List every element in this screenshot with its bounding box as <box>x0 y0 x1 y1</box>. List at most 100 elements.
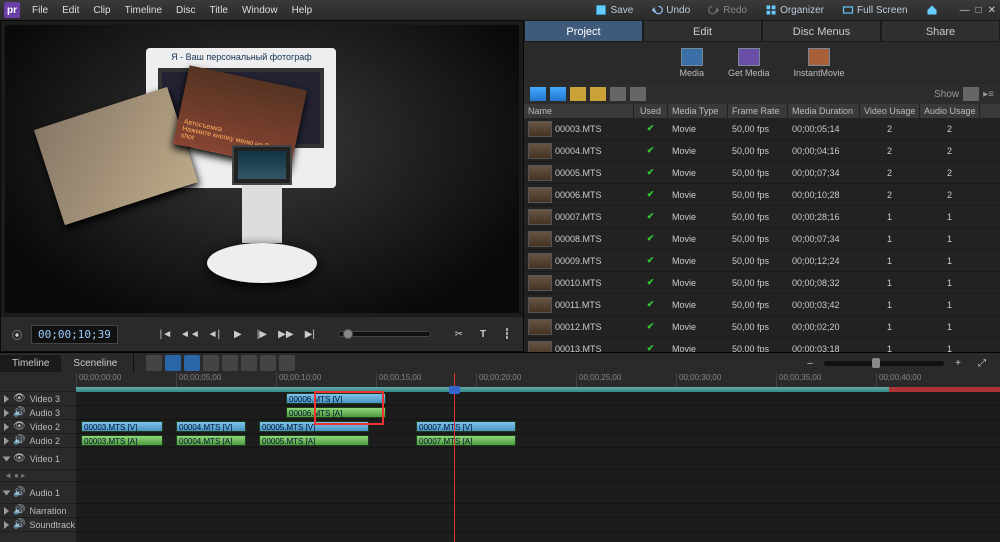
goto-start-icon[interactable]: |◄ <box>156 324 176 344</box>
speaker-icon[interactable]: 🔊 <box>13 487 25 498</box>
title-icon[interactable]: T <box>473 324 493 344</box>
shuttle-slider[interactable] <box>338 331 431 337</box>
organizer-button[interactable]: Organizer <box>761 3 828 17</box>
eye-icon[interactable]: 👁 <box>13 421 26 432</box>
minimize-icon[interactable]: — <box>960 5 970 16</box>
step-fwd-icon[interactable]: ▶▶ <box>276 324 296 344</box>
track-a1[interactable]: 🔊Audio 1 <box>0 482 76 504</box>
maximize-icon[interactable]: □ <box>976 5 982 16</box>
track-soundtrack[interactable]: 🔊Soundtrack <box>0 518 76 532</box>
playhead[interactable] <box>454 373 455 542</box>
marker-icon[interactable]: ┇ <box>497 324 517 344</box>
media-row[interactable]: 00005.MTS ✔ Movie 50,00 fps 00;00;07;34 … <box>524 162 1000 184</box>
tab-timeline[interactable]: Timeline <box>0 355 61 372</box>
frame-back-icon[interactable]: ◄| <box>204 324 224 344</box>
track-v1[interactable]: 👁Video 1 <box>0 448 76 470</box>
speaker-icon[interactable]: 🔊 <box>13 505 25 516</box>
tl-tool-6[interactable] <box>241 355 257 371</box>
instantmovie-shortcut[interactable]: InstantMovie <box>794 48 845 78</box>
goto-end-icon[interactable]: ▶| <box>300 324 320 344</box>
redo-button[interactable]: Redo <box>704 3 751 17</box>
icon-view-icon[interactable] <box>550 87 566 101</box>
panel-menu-icon[interactable]: ▸≡ <box>983 89 994 100</box>
media-row[interactable]: 00004.MTS ✔ Movie 50,00 fps 00;00;04;16 … <box>524 140 1000 162</box>
step-back-icon[interactable]: ◄◄ <box>180 324 200 344</box>
get-media-shortcut[interactable]: Get Media <box>728 48 770 78</box>
timecode[interactable]: 00;00;10;39 <box>31 325 118 344</box>
track-a2[interactable]: 🔊Audio 2 <box>0 434 76 448</box>
zoom-out-icon[interactable]: – <box>800 353 820 373</box>
fullscreen-button[interactable]: Full Screen <box>838 3 912 17</box>
tl-tool-3[interactable] <box>184 355 200 371</box>
eye-icon[interactable]: 👁 <box>13 393 26 404</box>
menu-help[interactable]: Help <box>286 3 319 18</box>
timeline-clip[interactable]: 00006.MTS [A] <box>286 407 386 418</box>
eye-icon[interactable]: 👁 <box>13 453 26 464</box>
menu-clip[interactable]: Clip <box>87 3 116 18</box>
tab-sceneline[interactable]: Sceneline <box>61 355 129 372</box>
tl-tool-2[interactable] <box>165 355 181 371</box>
media-shortcut[interactable]: Media <box>679 48 704 78</box>
undo-button[interactable]: Undo <box>647 3 694 17</box>
panel-tab-edit[interactable]: Edit <box>643 20 762 42</box>
split-clip-icon[interactable]: ✂ <box>449 324 469 344</box>
timeline-clip[interactable]: 00007.MTS [V] <box>416 421 516 432</box>
find-icon[interactable] <box>630 87 646 101</box>
speaker-icon[interactable]: 🔊 <box>13 519 25 530</box>
media-row[interactable]: 00013.MTS ✔ Movie 50,00 fps 00;00;03;18 … <box>524 338 1000 352</box>
timeline-clip[interactable]: 00004.MTS [V] <box>176 421 246 432</box>
timeline-clip[interactable]: 00003.MTS [A] <box>81 435 163 446</box>
time-ruler[interactable]: 00;00;00;0000;00;05;0000;00;10;0000;00;1… <box>76 373 1000 387</box>
delete-icon[interactable] <box>610 87 626 101</box>
zoom-fit-icon[interactable]: ⤢ <box>972 353 992 373</box>
timeline-clip[interactable]: 00007.MTS [A] <box>416 435 516 446</box>
media-row[interactable]: 00006.MTS ✔ Movie 50,00 fps 00;00;10;28 … <box>524 184 1000 206</box>
zoom-in-icon[interactable]: + <box>948 353 968 373</box>
media-list[interactable]: 00003.MTS ✔ Movie 50,00 fps 00;00;05;14 … <box>524 118 1000 352</box>
timeline-clip[interactable]: 00005.MTS [V] <box>259 421 369 432</box>
menu-edit[interactable]: Edit <box>56 3 85 18</box>
track-a3[interactable]: 🔊Audio 3 <box>0 406 76 420</box>
frame-fwd-icon[interactable]: |▶ <box>252 324 272 344</box>
list-view-icon[interactable] <box>530 87 546 101</box>
tl-tool-7[interactable] <box>260 355 276 371</box>
close-icon[interactable]: ✕ <box>988 5 996 16</box>
panel-tab-disc-menus[interactable]: Disc Menus <box>762 20 881 42</box>
new-folder-icon[interactable] <box>570 87 586 101</box>
media-row[interactable]: 00008.MTS ✔ Movie 50,00 fps 00;00;07;34 … <box>524 228 1000 250</box>
media-row[interactable]: 00012.MTS ✔ Movie 50,00 fps 00;00;02;20 … <box>524 316 1000 338</box>
show-filter-icon[interactable] <box>963 87 979 101</box>
play-icon[interactable]: ▶ <box>228 324 248 344</box>
media-row[interactable]: 00009.MTS ✔ Movie 50,00 fps 00;00;12;24 … <box>524 250 1000 272</box>
tl-tool-4[interactable] <box>203 355 219 371</box>
capture-icon[interactable]: ⦿ <box>7 324 27 344</box>
new-item-icon[interactable] <box>590 87 606 101</box>
timeline-clip[interactable]: 00003.MTS [V] <box>81 421 163 432</box>
media-row[interactable]: 00011.MTS ✔ Movie 50,00 fps 00;00;03;42 … <box>524 294 1000 316</box>
panel-tab-project[interactable]: Project <box>524 20 643 42</box>
speaker-icon[interactable]: 🔊 <box>13 435 25 446</box>
zoom-slider[interactable] <box>824 361 944 366</box>
track-narration[interactable]: 🔊Narration <box>0 504 76 518</box>
menu-window[interactable]: Window <box>236 3 284 18</box>
timeline-tracks[interactable]: 00;00;00;0000;00;05;0000;00;10;0000;00;1… <box>76 373 1000 542</box>
home-icon[interactable] <box>922 3 942 17</box>
speaker-icon[interactable]: 🔊 <box>13 407 25 418</box>
tl-tool-5[interactable] <box>222 355 238 371</box>
menu-timeline[interactable]: Timeline <box>119 3 168 18</box>
tl-tool-1[interactable] <box>146 355 162 371</box>
timeline-clip[interactable]: 00005.MTS [A] <box>259 435 369 446</box>
tl-tool-8[interactable] <box>279 355 295 371</box>
media-row[interactable]: 00007.MTS ✔ Movie 50,00 fps 00;00;28;16 … <box>524 206 1000 228</box>
menu-file[interactable]: File <box>26 3 54 18</box>
timeline-clip[interactable]: 00006.MTS [V] <box>286 393 386 404</box>
media-row[interactable]: 00010.MTS ✔ Movie 50,00 fps 00;00;08;32 … <box>524 272 1000 294</box>
menu-disc[interactable]: Disc <box>170 3 201 18</box>
panel-tab-share[interactable]: Share <box>881 20 1000 42</box>
track-v3[interactable]: 👁Video 3 <box>0 392 76 406</box>
menu-title[interactable]: Title <box>203 3 234 18</box>
save-button[interactable]: Save <box>591 3 637 17</box>
timeline-clip[interactable]: 00004.MTS [A] <box>176 435 246 446</box>
media-row[interactable]: 00003.MTS ✔ Movie 50,00 fps 00;00;05;14 … <box>524 118 1000 140</box>
track-v2[interactable]: 👁Video 2 <box>0 420 76 434</box>
